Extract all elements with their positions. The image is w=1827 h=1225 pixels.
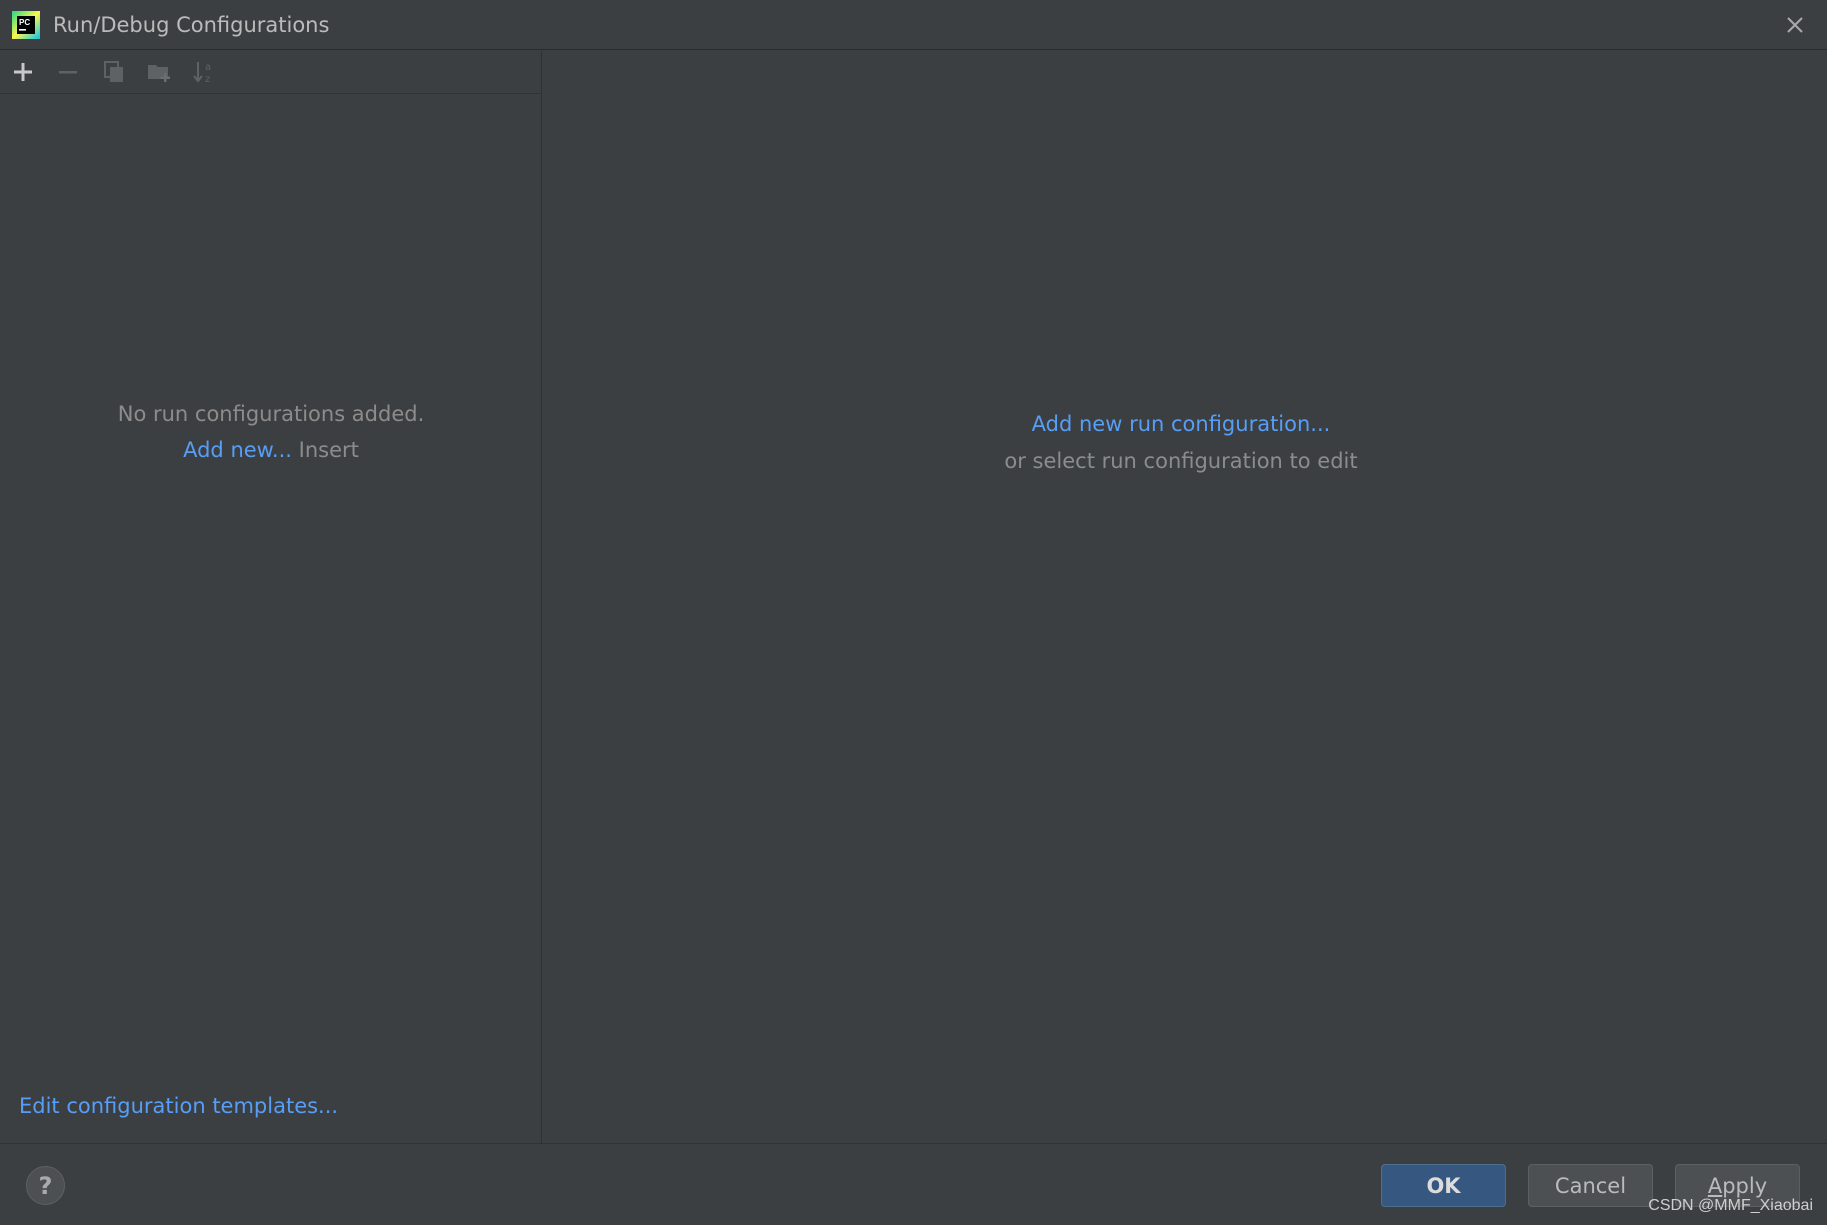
ok-button[interactable]: OK: [1381, 1164, 1506, 1207]
svg-text:a: a: [205, 62, 211, 73]
select-configuration-hint: or select run configuration to edit: [1004, 449, 1358, 473]
editor-placeholder: Add new run configuration... or select r…: [543, 406, 1819, 480]
copy-icon[interactable]: [99, 57, 129, 87]
run-debug-configurations-dialog: PC Run/Debug Configurations a z No run c…: [0, 0, 1827, 1225]
empty-state-message: No run configurations added. Add new... …: [0, 396, 542, 468]
add-new-run-configuration-link[interactable]: Add new run configuration...: [543, 406, 1819, 443]
help-button[interactable]: ?: [26, 1166, 65, 1205]
close-icon[interactable]: [1781, 11, 1809, 39]
cancel-button[interactable]: Cancel: [1528, 1164, 1653, 1207]
pycharm-icon: PC: [12, 11, 40, 39]
title-bar: PC Run/Debug Configurations: [0, 0, 1827, 50]
add-new-link[interactable]: Add new...: [183, 438, 292, 462]
configurations-tree-panel: a z No run configurations added. Add new…: [0, 51, 542, 1143]
edit-configuration-templates-link[interactable]: Edit configuration templates...: [19, 1091, 338, 1121]
dialog-title: Run/Debug Configurations: [53, 13, 330, 37]
watermark: CSDN @MMF_Xiaobai: [1648, 1197, 1813, 1214]
remove-icon[interactable]: [53, 57, 83, 87]
dialog-footer: ? OK Cancel Apply CSDN @MMF_Xiaobai: [0, 1143, 1827, 1225]
configuration-editor-panel: Add new run configuration... or select r…: [543, 51, 1827, 1143]
apply-label-rest: pply: [1722, 1173, 1768, 1198]
apply-mnemonic: A: [1707, 1173, 1723, 1198]
new-folder-icon[interactable]: [145, 57, 175, 87]
configurations-toolbar: a z: [0, 51, 542, 94]
svg-text:z: z: [205, 74, 210, 85]
svg-text:PC: PC: [19, 18, 30, 27]
empty-state-actions: Add new... Insert: [0, 432, 542, 468]
empty-state-text: No run configurations added.: [117, 402, 425, 426]
sort-alpha-icon[interactable]: a z: [190, 57, 220, 87]
add-icon[interactable]: [8, 57, 38, 87]
add-new-shortcut: Insert: [298, 438, 359, 462]
